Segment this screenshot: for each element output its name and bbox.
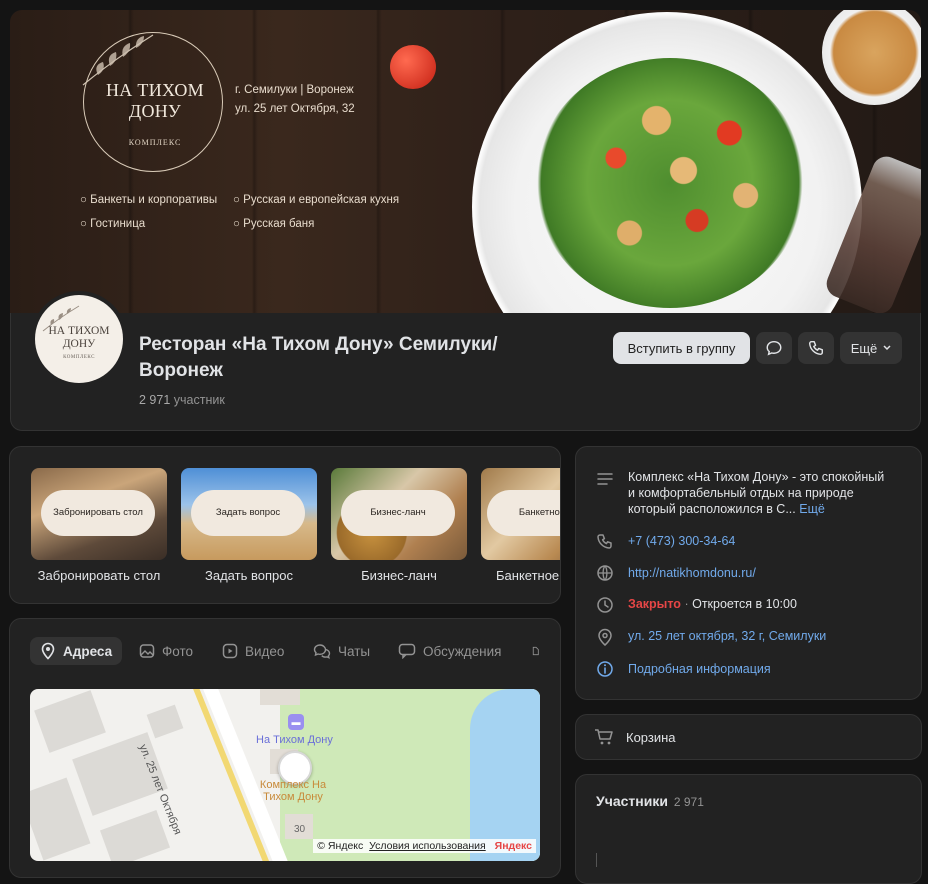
map[interactable]: ул. 25 лет Октября ▬ На Тихом Дону Компл… (30, 689, 540, 861)
map-building (146, 704, 184, 739)
action-pill: Бизнес-ланч (341, 490, 455, 536)
quick-actions: Забронировать стол Забронировать стол За… (9, 446, 561, 604)
avatar-subtitle: КОМПЛЕКС (63, 355, 95, 360)
map-pin-icon (598, 628, 612, 646)
map-building (30, 777, 91, 861)
map-river (470, 689, 540, 861)
details-link[interactable]: Подробная информация (628, 661, 928, 677)
avatar-name: НА ТИХОМ ДОНУ (48, 325, 110, 350)
info-icon (597, 661, 613, 677)
chat-bubble-icon (766, 340, 782, 356)
tab-discussions[interactable]: Обсуждения (398, 637, 501, 665)
cover-city: г. Семилуки | Воронеж (235, 84, 354, 96)
description-icon (597, 473, 613, 485)
discussion-icon (398, 643, 416, 659)
action-label-banquet[interactable]: Банкетное (474, 568, 560, 583)
cover-image: НА ТИХОМ ДОНУ КОМПЛЕКС г. Семилуки | Вор… (10, 10, 921, 314)
tab-more-partial[interactable] (531, 637, 547, 665)
video-icon (222, 643, 238, 659)
tab-addresses[interactable]: Адреса (30, 637, 122, 665)
cart-card[interactable]: Корзина (575, 714, 922, 760)
action-pill: Забронировать стол (41, 490, 155, 536)
map-building (34, 690, 106, 753)
logo-name: НА ТИХОМ ДОНУ (106, 80, 204, 121)
action-label-ask-question[interactable]: Задать вопрос (174, 568, 324, 583)
members-title[interactable]: Участники 2 971 (596, 793, 704, 809)
opening-hours[interactable]: Закрыто · Откроется в 10:00 (628, 596, 928, 612)
phone-icon (808, 340, 824, 356)
action-card-book-table[interactable]: Забронировать стол (31, 468, 167, 560)
cover-feature: ○ Русская и европейская кухня (233, 194, 400, 206)
tab-photos[interactable]: Фото (139, 637, 193, 665)
description-more-link[interactable]: Ещё (799, 502, 825, 516)
tab-videos[interactable]: Видео (222, 637, 284, 665)
photo-icon (139, 644, 155, 658)
phone-icon (597, 534, 612, 549)
map-building (260, 689, 300, 705)
cover-feature: ○ Русская баня (233, 218, 315, 230)
map-terms-link[interactable]: Условия использования (369, 840, 486, 852)
hotel-icon: ▬ (288, 714, 304, 730)
map-place-hotel[interactable]: На Тихом Дону (256, 734, 333, 746)
group-description: Комплекс «На Тихом Дону» - это спокойный… (628, 470, 885, 516)
file-icon (532, 646, 539, 656)
website-link[interactable]: http://natikhomdonu.ru/ (628, 565, 928, 581)
action-label-book-table[interactable]: Забронировать стол (24, 568, 174, 583)
status-closed: Закрыто (628, 597, 681, 611)
map-house-number: 30 (294, 824, 306, 835)
members-scroll-indicator (596, 853, 597, 867)
tomato-image (390, 45, 436, 89)
action-card-ask-question[interactable]: Задать вопрос (181, 468, 317, 560)
map-building (99, 809, 171, 861)
action-card-business-lunch[interactable]: Бизнес-ланч (331, 468, 467, 560)
group-title: Ресторан «На Тихом Дону» Семилуки/ Ворон… (139, 334, 498, 381)
clock-icon (597, 597, 613, 613)
yandex-logo[interactable]: Яндекс (495, 840, 532, 852)
action-pill: Банкетное (487, 490, 560, 536)
map-place-complex[interactable]: Комплекс На Тихом Дону (258, 779, 328, 803)
cover-street: ул. 25 лет Октября, 32 (235, 103, 355, 115)
map-pin-icon (41, 642, 55, 660)
group-header: НА ТИХОМ ДОНУ КОМПЛЕКС Ресторан «На Тихо… (10, 291, 921, 431)
action-label-business-lunch[interactable]: Бизнес-ланч (324, 568, 474, 583)
members-count[interactable]: 2 971 участник (139, 393, 225, 407)
call-button[interactable] (798, 332, 834, 364)
tab-chats[interactable]: Чаты (313, 637, 370, 665)
action-card-banquet[interactable]: Банкетное (481, 468, 560, 560)
cart-label: Корзина (626, 730, 676, 745)
salad-image (535, 58, 805, 308)
join-group-button[interactable]: Вступить в группу (613, 332, 750, 364)
chats-icon (313, 644, 331, 659)
phone-link[interactable]: +7 (473) 300-34-64 (628, 533, 928, 549)
chevron-down-icon (883, 345, 891, 351)
cover-feature: ○ Гостиница (80, 218, 146, 230)
cart-icon (595, 729, 613, 745)
more-button[interactable]: Ещё (840, 332, 902, 364)
globe-icon (597, 565, 613, 581)
avatar[interactable]: НА ТИХОМ ДОНУ КОМПЛЕКС (31, 291, 127, 387)
cover-feature: ○ Банкеты и корпоративы (80, 194, 218, 206)
map-attribution: © Яндекс Условия использования Яндекс (313, 839, 536, 853)
message-button[interactable] (756, 332, 792, 364)
address-link[interactable]: ул. 25 лет октября, 32 г, Семилуки (628, 628, 928, 644)
logo-subtitle: КОМПЛЕКС (128, 138, 182, 147)
action-pill: Задать вопрос (191, 490, 305, 536)
